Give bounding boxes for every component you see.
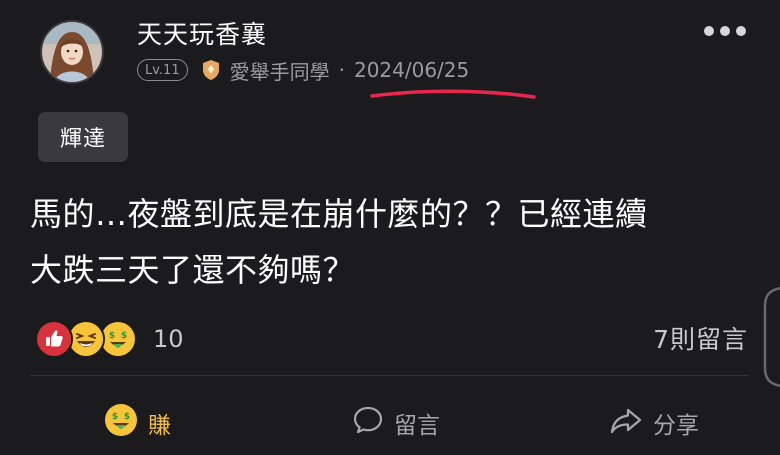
comment-button[interactable]: 留言 [352, 401, 440, 445]
share-label: 分享 [653, 413, 699, 439]
meta-separator: · [338, 58, 345, 82]
comment-count[interactable]: 7則留言 [653, 320, 748, 356]
reaction-count: 10 [153, 325, 184, 353]
author-name[interactable]: 天天玩香襄 [137, 15, 267, 51]
earn-label: 賺 [148, 413, 171, 439]
red-annotation-underline [370, 89, 536, 99]
share-arrow-icon [609, 404, 643, 442]
more-dot [720, 26, 730, 36]
divider [30, 375, 748, 376]
money-mouth-icon: $ $ [104, 403, 138, 443]
more-options-icon[interactable] [704, 20, 746, 42]
side-panel-handle[interactable] [757, 286, 780, 388]
board-name[interactable]: 愛舉手同學 [230, 56, 330, 85]
shield-badge-icon [202, 59, 220, 81]
post-meta: Lv.11 愛舉手同學 · 2024/06/25 [137, 55, 469, 85]
avatar[interactable] [40, 20, 104, 84]
more-dot [704, 26, 714, 36]
post-body-line: 大跌三天了還不夠嗎？ [30, 251, 356, 289]
level-badge: Lv.11 [137, 59, 188, 81]
post-body-line: 馬的…夜盤到底是在崩什麼的？？已經連續 [30, 195, 648, 233]
svg-text:$: $ [109, 331, 115, 341]
thumbs-up-icon [35, 320, 73, 358]
topic-tag[interactable]: 輝達 [38, 112, 128, 162]
post-card: 天天玩香襄 Lv.11 愛舉手同學 · 2024/06/25 輝達 馬的…夜盤到… [0, 0, 780, 455]
svg-text:$: $ [121, 331, 127, 341]
speech-bubble-icon [352, 404, 384, 442]
post-body: 馬的…夜盤到底是在崩什麼的？？已經連續 大跌三天了還不夠嗎？ [30, 186, 758, 298]
more-dot [736, 26, 746, 36]
svg-text:$: $ [124, 412, 130, 422]
reaction-summary[interactable]: $ $ 10 [35, 320, 184, 358]
comment-label: 留言 [394, 413, 440, 439]
svg-text:$: $ [112, 412, 118, 422]
share-button[interactable]: 分享 [609, 401, 699, 445]
post-date: 2024/06/25 [353, 58, 470, 82]
earn-button[interactable]: $ $ 賺 [104, 401, 171, 445]
